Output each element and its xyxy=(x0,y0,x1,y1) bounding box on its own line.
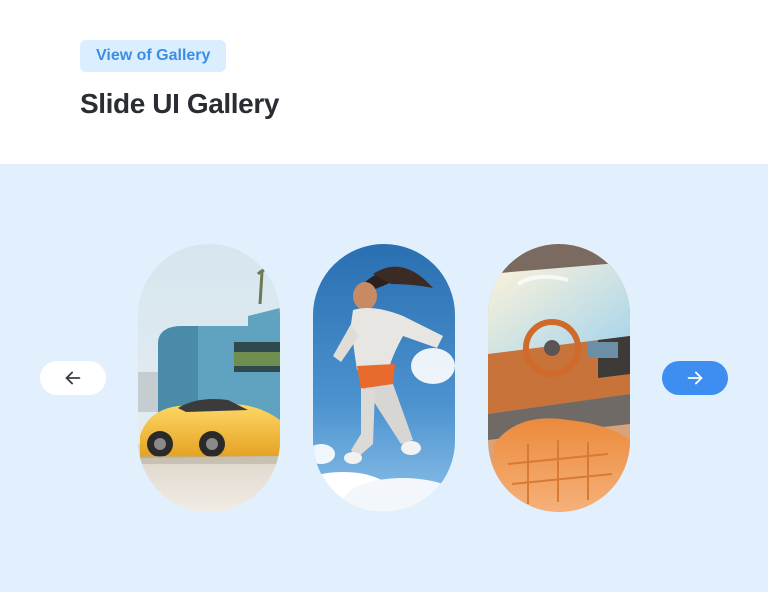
gallery-badge: View of Gallery xyxy=(80,40,227,72)
gallery-carousel xyxy=(0,164,768,592)
arrow-left-icon xyxy=(65,371,81,385)
car-photo xyxy=(138,244,280,512)
page-title: Slide UI Gallery xyxy=(80,88,280,119)
interior-photo xyxy=(488,244,630,512)
jumper-photo xyxy=(313,244,455,512)
next-slide-button[interactable] xyxy=(662,361,728,395)
previous-slide-button[interactable] xyxy=(40,361,106,395)
gallery-slide-jumper[interactable] xyxy=(313,244,455,512)
gallery-slide-interior[interactable] xyxy=(488,244,630,512)
arrow-right-icon xyxy=(687,371,703,385)
gallery-slide-car[interactable] xyxy=(138,244,280,512)
page-header: View of Gallery Slide UI Gallery xyxy=(0,0,768,164)
